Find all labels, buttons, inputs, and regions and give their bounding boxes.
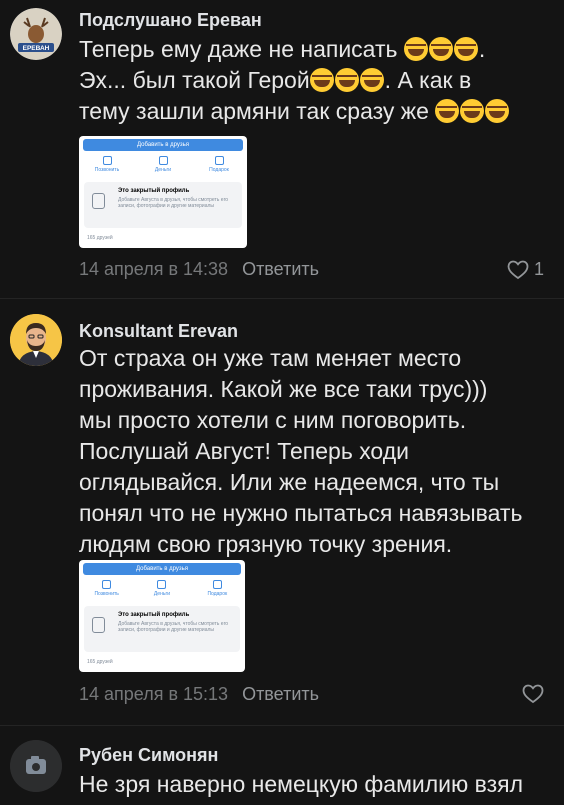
deer-logo-icon: ЕРЕВАН (10, 8, 62, 60)
lock-icon (92, 617, 105, 633)
avatar[interactable]: ЕРЕВАН (10, 8, 62, 60)
divider (0, 298, 564, 299)
private-profile-notice: Это закрытый профиль Добавьте Августа в … (84, 182, 242, 228)
camera-icon (10, 740, 62, 792)
private-title: Это закрытый профиль (118, 612, 190, 618)
gift-icon (212, 580, 222, 589)
action-label: Деньги (154, 167, 172, 173)
face-with-tears-of-joy-icon (428, 37, 453, 61)
friends-count: 165 друзей (87, 235, 113, 241)
comment-meta: 14 апреля в 14:38 Ответить (79, 259, 319, 280)
comment-author[interactable]: Konsultant Erevan (79, 321, 238, 342)
call-action: Позвонить (79, 580, 134, 602)
lock-icon (92, 193, 105, 209)
comment-date: 14 апреля в 15:13 (79, 684, 229, 704)
face-with-tears-of-joy-icon (359, 68, 384, 92)
money-action: Деньги (135, 156, 191, 178)
like-count: 1 (533, 259, 544, 279)
face-with-tears-of-joy-icon (485, 99, 510, 123)
comment-date: 14 апреля в 14:38 (79, 259, 229, 279)
action-label: Подарок (209, 167, 229, 173)
face-with-tears-of-joy-icon (453, 37, 478, 61)
add-friend-button: Добавить в друзья (83, 563, 241, 575)
screenshot-attachment[interactable]: Добавить в друзья Позвонить Деньги Подар… (79, 560, 245, 672)
comment-author[interactable]: Подслушано Ереван (79, 10, 262, 31)
comment-text: Теперь ему даже не написать . Эх... был … (79, 34, 549, 127)
comment-meta: 14 апреля в 15:13 Ответить (79, 684, 319, 705)
comment-author[interactable]: Рубен Симонян (79, 745, 218, 766)
heart-icon (522, 684, 544, 704)
like-button[interactable]: 1 (507, 259, 544, 280)
action-label: Позвонить (94, 591, 119, 597)
action-label: Подарок (207, 591, 228, 597)
add-friend-button: Добавить в друзья (83, 139, 243, 151)
phone-icon (102, 156, 112, 165)
avatar[interactable] (10, 740, 62, 792)
gift-action: Подарок (191, 156, 247, 178)
private-profile-notice: Это закрытый профиль Добавьте Августа в … (84, 606, 240, 652)
reply-button[interactable]: Ответить (242, 684, 319, 704)
face-with-tears-of-joy-icon (334, 68, 359, 92)
comment-text: От страха он уже там меняет место прожив… (79, 345, 523, 557)
private-description: Добавьте Августа в друзья, чтобы смотрет… (118, 621, 229, 633)
heart-icon (507, 260, 529, 279)
private-title: Это закрытый профиль (118, 188, 190, 194)
private-description: Добавьте Августа в друзья, чтобы смотрет… (118, 197, 229, 209)
gift-icon (214, 156, 224, 165)
like-button[interactable] (522, 684, 544, 704)
action-label: Деньги (153, 591, 171, 597)
profile-actions: Позвонить Деньги Подарок (79, 580, 245, 602)
screenshot-attachment[interactable]: Добавить в друзья Позвонить Деньги Подар… (79, 136, 247, 248)
comment-text: Не зря наверно немецкую фамилию взял (79, 771, 524, 797)
avatar[interactable] (10, 314, 62, 366)
gift-action: Подарок (190, 580, 245, 602)
call-action: Позвонить (79, 156, 135, 178)
reply-button[interactable]: Ответить (242, 259, 319, 279)
divider (0, 725, 564, 726)
money-action: Деньги (134, 580, 189, 602)
comment-text-part: Теперь ему даже не написать (79, 36, 404, 62)
friends-count: 165 друзей (87, 659, 113, 665)
money-icon (158, 156, 168, 165)
face-with-tears-of-joy-icon (309, 68, 334, 92)
money-icon (157, 580, 167, 589)
profile-actions: Позвонить Деньги Подарок (79, 156, 247, 178)
action-label: Позвонить (94, 167, 120, 173)
avatar-label: ЕРЕВАН (23, 45, 50, 52)
man-avatar-icon (10, 314, 62, 366)
face-with-tears-of-joy-icon (403, 37, 428, 61)
face-with-tears-of-joy-icon (460, 99, 485, 123)
face-with-tears-of-joy-icon (435, 99, 460, 123)
phone-icon (102, 580, 112, 589)
